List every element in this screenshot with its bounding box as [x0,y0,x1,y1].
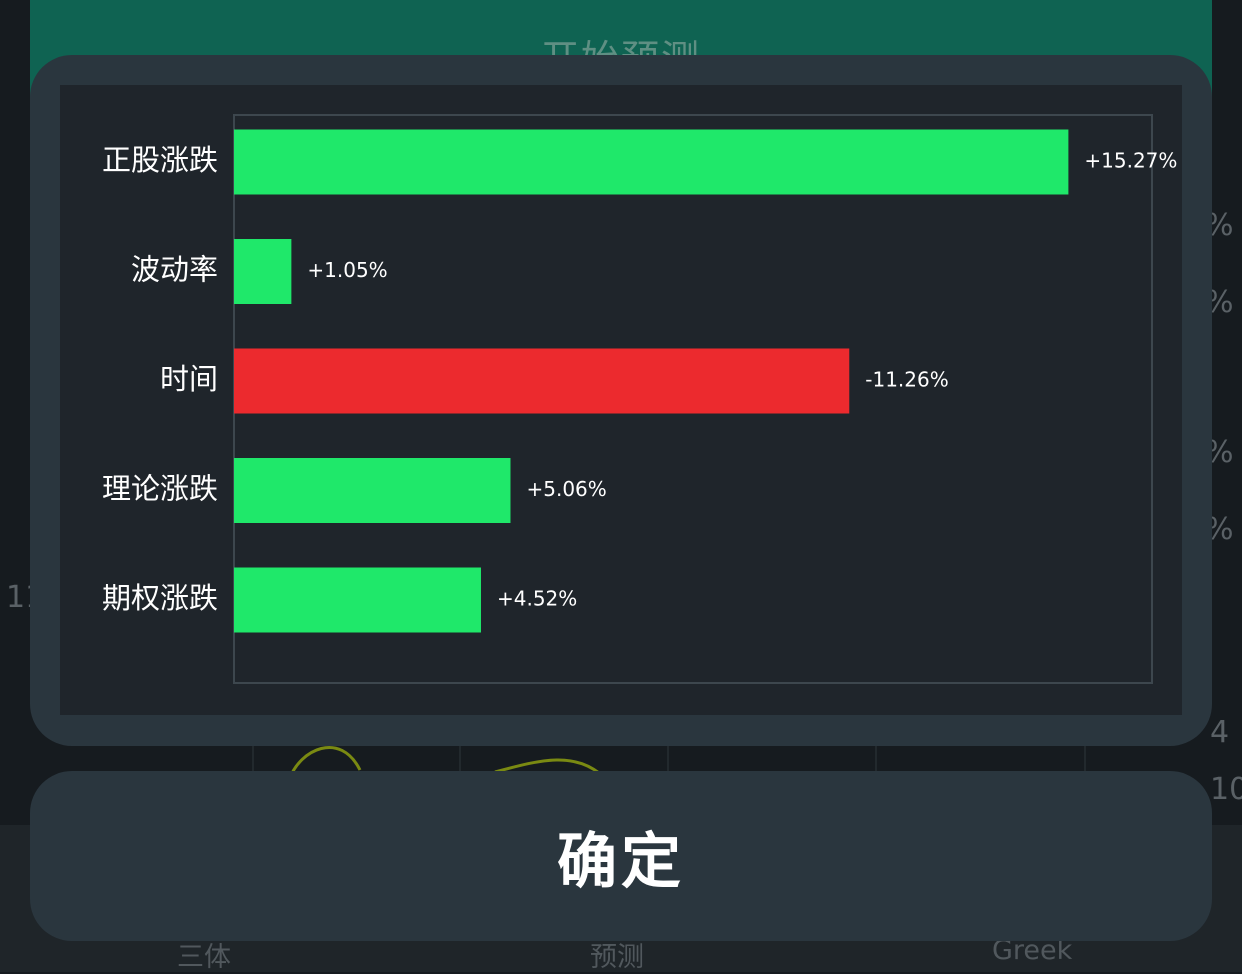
bar-0 [234,129,1069,195]
value-label: +1.05% [307,258,387,282]
attribution-bar-chart: 正股涨跌 +15.27% 波动率 +1.05% 时间 -11.26% 理论涨跌 +5.06% 期… [102,114,1177,684]
value-label: -11.26% [865,368,948,392]
category-label: 时间 [160,362,218,396]
category-label: 正股涨跌 [102,143,218,177]
category-label: 期权涨跌 [102,581,218,615]
confirm-button[interactable]: 确定 [30,771,1212,941]
value-label: +5.06% [526,477,606,501]
bar-4 [234,567,481,633]
bar-1 [234,239,292,304]
chart-panel: 正股涨跌 +15.27% 波动率 +1.05% 时间 -11.26% 理论涨跌 +5.06% 期… [60,85,1182,715]
category-label: 波动率 [131,253,218,287]
bar-2 [234,348,850,414]
attribution-modal: 正股涨跌 +15.27% 波动率 +1.05% 时间 -11.26% 理论涨跌 +5.06% 期… [30,55,1212,746]
bar-3 [234,458,511,523]
value-label: +15.27% [1084,149,1177,173]
value-label: +4.52% [497,587,577,611]
category-label: 理论涨跌 [102,472,218,506]
